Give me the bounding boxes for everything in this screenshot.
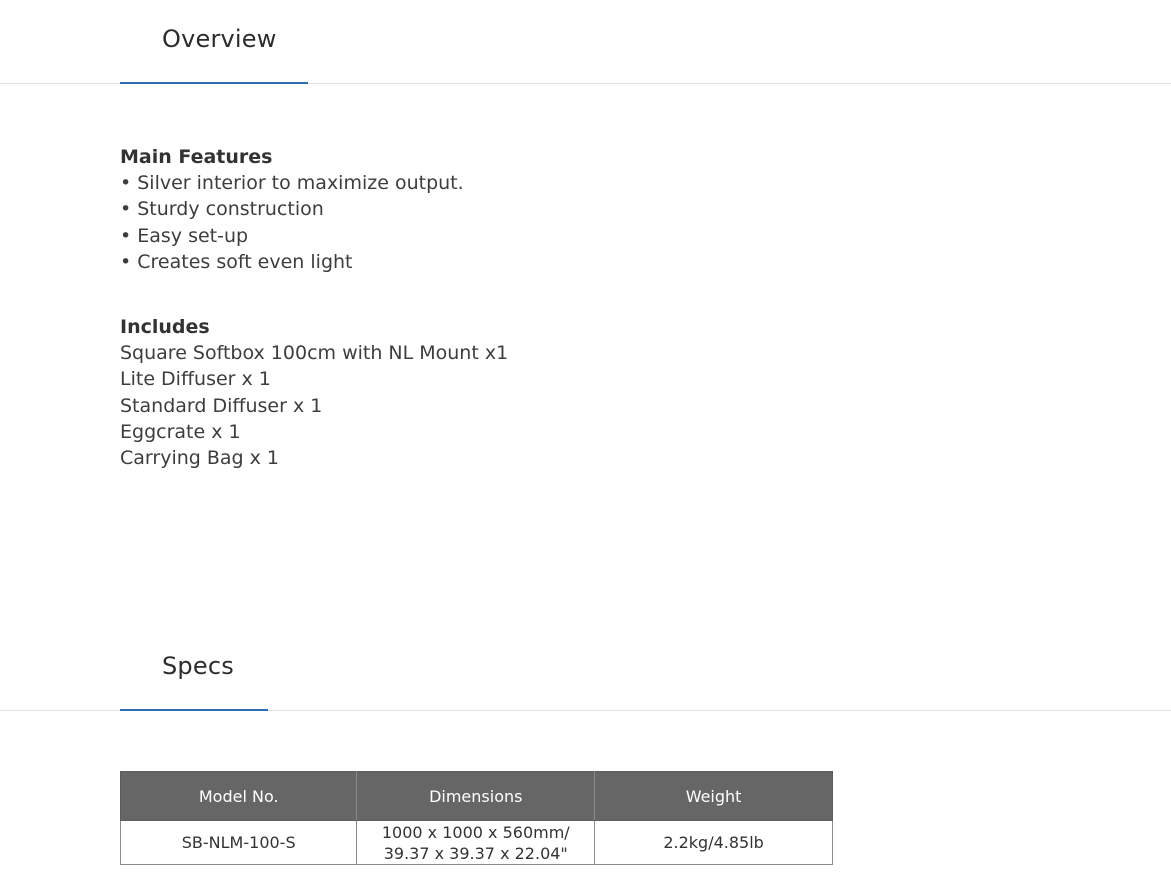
table-row: SB-NLM-100-S 1000 x 1000 x 560mm/ 39.37 … <box>119 820 833 865</box>
specs-table: Model No. Dimensions Weight SB-NLM-100-S… <box>119 771 833 865</box>
cell-weight: 2.2kg/4.85lb <box>594 820 833 865</box>
column-header-model: Model No. <box>119 771 358 821</box>
column-header-weight: Weight <box>594 771 833 821</box>
specs-table-header-row: Model No. Dimensions Weight <box>119 771 833 821</box>
tab-specs[interactable]: Specs <box>120 627 268 711</box>
column-header-dimensions: Dimensions <box>356 771 596 821</box>
dimensions-metric: 1000 x 1000 x 560mm/ <box>381 822 570 842</box>
cell-dimensions: 1000 x 1000 x 560mm/ 39.37 x 39.37 x 22.… <box>356 820 596 865</box>
cell-model: SB-NLM-100-S <box>119 820 358 865</box>
dimensions-imperial: 39.37 x 39.37 x 22.04" <box>383 843 568 863</box>
specs-section-header: Specs <box>0 0 1171 711</box>
